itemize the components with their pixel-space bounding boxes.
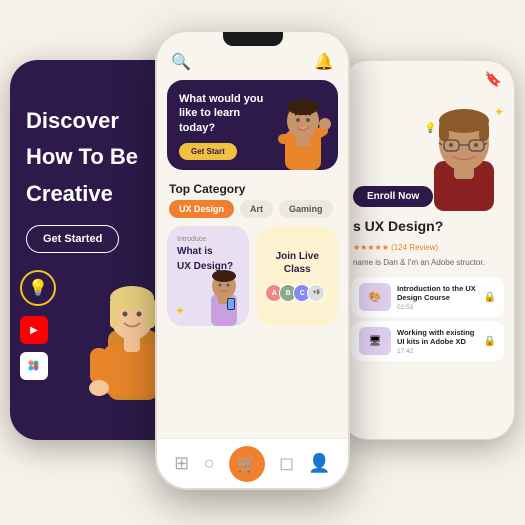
- banner-title-line1: What would you: [179, 92, 326, 106]
- live-title-line1: Join Live: [276, 250, 319, 263]
- banner-title-line2: like to learn: [179, 106, 326, 120]
- left-icons: 💡 ▶: [20, 270, 56, 380]
- category-ux-design[interactable]: UX Design: [169, 200, 234, 218]
- course-list: 🎨 Introduction to the UX Design Course 0…: [351, 277, 504, 361]
- scene: Discover How To Be Creative Get Started …: [0, 0, 525, 525]
- category-art[interactable]: Art: [240, 200, 273, 218]
- right-phone-person: ✦ 💡: [414, 91, 514, 211]
- instructor-text: name is Dan & I'm an Adobe structor.: [341, 254, 514, 271]
- intro-label: Introduce: [177, 236, 239, 243]
- rating: ★★★★★ (124 Review): [341, 241, 514, 254]
- right-topbar: 🔖: [341, 61, 514, 92]
- left-heading-line2: How To Be: [26, 144, 169, 170]
- lock-icon-2: 🔒: [484, 336, 496, 347]
- nav-home-icon[interactable]: ⊞: [174, 453, 189, 474]
- svg-text:✦: ✦: [494, 105, 504, 119]
- phone-center: 🔍 🔔 What would you like to learn today? …: [155, 30, 350, 490]
- nav-profile-icon[interactable]: 👤: [308, 453, 330, 474]
- intro-title-line1: What is: [177, 245, 239, 258]
- nav-cart-icon[interactable]: 🛒: [229, 446, 265, 482]
- youtube-icon: ▶: [20, 316, 48, 344]
- course-item-2[interactable]: 🖥 Working with existing UI kits in Adobe…: [351, 321, 504, 361]
- center-topbar: 🔍 🔔: [157, 46, 348, 76]
- live-title-line2: Class: [284, 263, 311, 276]
- category-gaming[interactable]: Gaming: [279, 200, 333, 218]
- course-duration-1: 02:53: [397, 304, 478, 311]
- course-info-1: Introduction to the UX Design Course 02:…: [397, 284, 478, 312]
- banner-text: What would you like to learn today? Get …: [179, 92, 326, 160]
- nav-bookmark-icon[interactable]: ◻: [279, 453, 294, 474]
- cards-row: Introduce What is UX Design?: [167, 226, 338, 326]
- top-category-label: Top Category: [157, 174, 348, 200]
- avatar-more: +8: [307, 284, 325, 302]
- avatar-row: A B C +8: [269, 284, 325, 302]
- nav-search-icon[interactable]: ○: [204, 453, 215, 474]
- live-class-card[interactable]: Join Live Class A B C +8: [257, 226, 339, 326]
- notch: [223, 32, 283, 46]
- sparkle-icon: ✦: [175, 304, 185, 318]
- right-bookmark-icon[interactable]: 🔖: [485, 71, 502, 88]
- bulb-icon: 💡: [20, 270, 56, 306]
- bottom-nav: ⊞ ○ 🛒 ◻ 👤: [157, 438, 348, 488]
- course-thumb-1: 🎨: [359, 283, 391, 311]
- course-thumb-2: 🖥: [359, 327, 391, 355]
- course-duration-2: 17:42: [397, 348, 478, 355]
- banner-card: What would you like to learn today? Get …: [167, 80, 338, 170]
- figma-icon: [20, 352, 48, 380]
- intro-card-person: [199, 266, 249, 326]
- course-name-1: Introduction to the UX Design Course: [397, 284, 478, 304]
- lock-icon-1: 🔒: [484, 292, 496, 303]
- left-heading-line1: Discover: [26, 108, 169, 134]
- banner-title-line3: today?: [179, 121, 326, 135]
- introduce-card[interactable]: Introduce What is UX Design?: [167, 226, 249, 326]
- left-heading-line3: Creative: [26, 181, 169, 207]
- course-info-2: Working with existing UI kits in Adobe X…: [397, 328, 478, 356]
- category-pills: UX Design Art Gaming: [157, 200, 348, 218]
- phone-right: 🔖: [340, 60, 515, 440]
- banner-cta-button[interactable]: Get Start: [179, 143, 237, 160]
- course-name-2: Working with existing UI kits in Adobe X…: [397, 328, 478, 348]
- search-icon[interactable]: 🔍: [171, 52, 191, 72]
- svg-text:💡: 💡: [424, 121, 436, 134]
- ux-question: s UX Design?: [341, 211, 514, 241]
- course-item-1[interactable]: 🎨 Introduction to the UX Design Course 0…: [351, 277, 504, 317]
- notification-icon[interactable]: 🔔: [314, 52, 334, 72]
